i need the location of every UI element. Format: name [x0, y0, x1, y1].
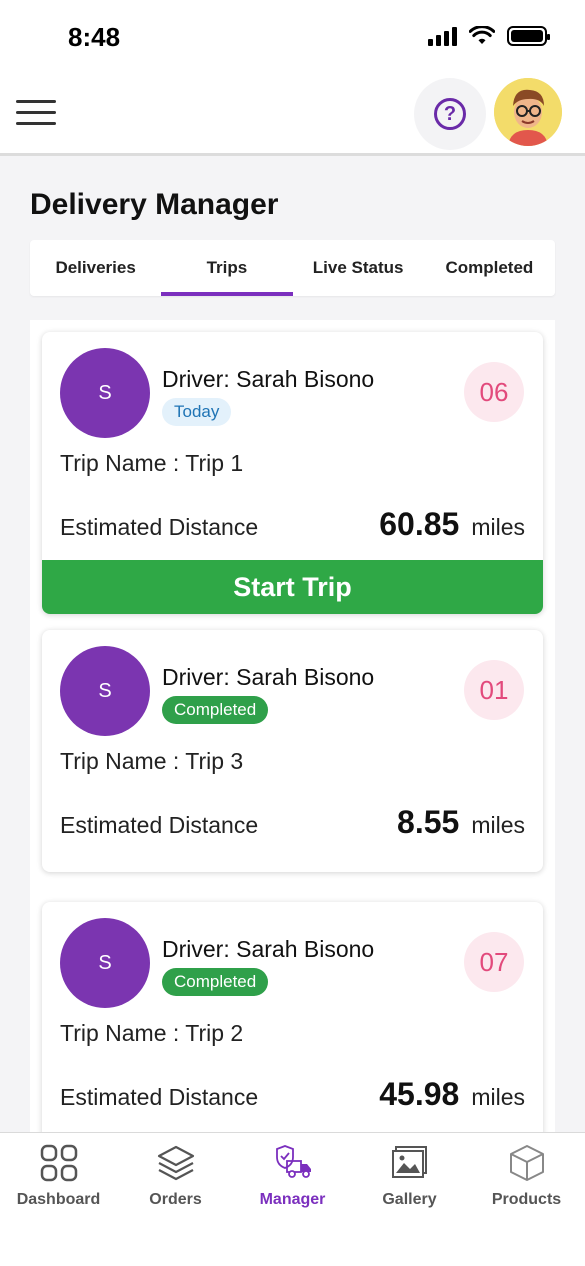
tab-bar: Deliveries Trips Live Status Completed — [30, 240, 555, 296]
status-icons — [428, 26, 550, 46]
delivery-truck-icon — [275, 1145, 311, 1178]
distance-unit: miles — [471, 514, 525, 540]
wifi-icon — [469, 26, 495, 44]
delivery-count-badge: 01 — [464, 660, 524, 720]
image-icon — [391, 1146, 427, 1178]
nav-item-dashboard[interactable]: Dashboard — [0, 1133, 117, 1266]
status-time: 8:48 — [68, 22, 121, 52]
trip-card[interactable]: S Driver: Sarah Bisono Today 06 Trip Nam… — [42, 332, 543, 614]
distance-value: 60.85 miles — [379, 506, 525, 543]
tab-completed[interactable]: Completed — [424, 240, 555, 296]
bottom-nav: Dashboard Orders Manager Gallery Product… — [0, 1132, 585, 1266]
trip-name: Trip Name : Trip 2 — [60, 1020, 244, 1046]
grid-icon — [40, 1144, 77, 1182]
trip-card[interactable]: S Driver: Sarah Bisono Completed 01 Trip… — [42, 630, 543, 872]
nav-item-manager[interactable]: Manager — [234, 1133, 351, 1266]
distance-number: 8.55 — [397, 804, 460, 840]
distance-label: Estimated Distance — [60, 1084, 259, 1110]
status-bar: 8:48 — [0, 0, 585, 72]
status-badge: Completed — [162, 696, 269, 724]
distance-value: 8.55 miles — [397, 804, 525, 841]
nav-item-gallery[interactable]: Gallery — [351, 1133, 468, 1266]
distance-label: Estimated Distance — [60, 514, 259, 540]
question-mark-icon: ? — [434, 98, 466, 130]
status-badge: Today — [162, 398, 232, 426]
nav-label: Dashboard — [16, 1191, 101, 1208]
driver-name: Driver: Sarah Bisono — [162, 664, 375, 690]
distance-number: 60.85 — [379, 506, 460, 542]
box-icon — [509, 1145, 544, 1181]
tab-live-status[interactable]: Live Status — [293, 240, 424, 296]
distance-unit: miles — [471, 812, 525, 838]
battery-icon — [507, 26, 550, 46]
driver-avatar: S — [60, 918, 150, 1008]
driver-name: Driver: Sarah Bisono — [162, 936, 375, 962]
help-button[interactable]: ? — [414, 78, 486, 150]
nav-label: Gallery — [382, 1191, 437, 1208]
status-badge: Completed — [162, 968, 269, 996]
distance-label: Estimated Distance — [60, 812, 259, 838]
tab-trips[interactable]: Trips — [161, 240, 293, 296]
distance-unit: miles — [471, 1084, 525, 1110]
driver-name: Driver: Sarah Bisono — [162, 366, 375, 392]
nav-label: Orders — [149, 1191, 202, 1208]
tab-deliveries[interactable]: Deliveries — [30, 240, 161, 296]
nav-label: Manager — [259, 1191, 326, 1208]
avatar[interactable] — [494, 78, 562, 146]
nav-label: Products — [491, 1191, 562, 1208]
cellular-signal-icon — [428, 26, 457, 46]
driver-avatar: S — [60, 348, 150, 438]
layers-icon — [157, 1145, 194, 1181]
distance-value: 45.98 miles — [379, 1076, 525, 1113]
nav-item-products[interactable]: Products — [468, 1133, 585, 1266]
trip-name: Trip Name : Trip 1 — [60, 450, 244, 476]
page-title: Delivery Manager — [30, 188, 279, 221]
trip-card[interactable]: S Driver: Sarah Bisono Completed 07 Trip… — [42, 902, 543, 1132]
start-trip-button[interactable]: Start Trip — [42, 560, 543, 614]
user-avatar-icon — [494, 78, 562, 146]
app-header: ? — [0, 72, 585, 156]
driver-avatar: S — [60, 646, 150, 736]
delivery-count-badge: 06 — [464, 362, 524, 422]
main-content: Delivery Manager Deliveries Trips Live S… — [0, 156, 585, 1132]
nav-item-orders[interactable]: Orders — [117, 1133, 234, 1266]
trip-name: Trip Name : Trip 3 — [60, 748, 244, 774]
delivery-count-badge: 07 — [464, 932, 524, 992]
hamburger-menu-icon[interactable] — [16, 100, 56, 126]
trip-list: S Driver: Sarah Bisono Today 06 Trip Nam… — [30, 320, 555, 1132]
distance-number: 45.98 — [379, 1076, 460, 1112]
